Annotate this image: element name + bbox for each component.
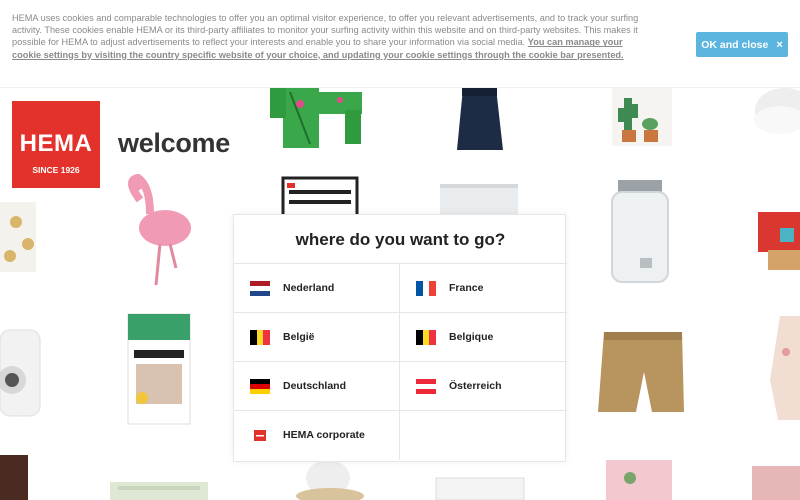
country-selector: where do you want to go? Nederland Franc…: [233, 214, 567, 462]
country-label: Deutschland: [283, 380, 347, 392]
welcome-heading: welcome: [118, 128, 230, 158]
khaki-shorts-image: [598, 332, 684, 412]
country-label: Belgique: [449, 331, 494, 343]
logo-since: SINCE 1926: [32, 165, 80, 175]
hema-logo-icon: [254, 430, 266, 441]
be-flag-icon: [416, 330, 436, 345]
country-option-belgie[interactable]: België: [234, 313, 400, 362]
glass-cloche-image: [296, 460, 364, 500]
flamingo-balloon-image: [128, 173, 191, 286]
country-option-hema-corporate[interactable]: HEMA corporate: [234, 411, 400, 460]
instax-film-image: [127, 313, 191, 425]
white-mug-image: [435, 477, 525, 500]
glass-jar-image: [440, 184, 518, 218]
cookie-bar: HEMA uses cookies and comparable technol…: [0, 0, 800, 88]
drink-dispenser-image: [611, 180, 669, 283]
cactus-pinata-image: [270, 88, 362, 148]
party-cups-image: [0, 202, 36, 272]
country-option-nederland[interactable]: Nederland: [234, 264, 400, 313]
country-label: Österreich: [449, 380, 502, 392]
print-towel-image: [752, 466, 800, 500]
country-option-osterreich[interactable]: Österreich: [400, 362, 567, 411]
floral-romper-image: [770, 316, 800, 420]
storage-crate-image: [110, 482, 208, 500]
ok-and-close-label: OK and close: [701, 38, 769, 51]
striped-box-image: [281, 176, 359, 220]
country-label: HEMA corporate: [283, 429, 365, 441]
empty-cell: [400, 411, 567, 460]
potted-cactus-image: [612, 88, 672, 146]
hema-logo[interactable]: HEMA SINCE 1926: [12, 101, 100, 188]
logo-wordmark: HEMA: [19, 130, 93, 157]
selector-title: where do you want to go?: [234, 215, 567, 264]
close-icon: ×: [776, 38, 783, 51]
wooden-toy-image: [758, 212, 800, 270]
be-flag-icon: [250, 330, 270, 345]
country-option-deutschland[interactable]: Deutschland: [234, 362, 400, 411]
cookie-message: HEMA uses cookies and comparable technol…: [12, 12, 652, 61]
country-label: België: [283, 331, 315, 343]
nl-flag-icon: [250, 281, 270, 296]
country-option-belgique[interactable]: Belgique: [400, 313, 567, 362]
at-flag-icon: [416, 379, 436, 394]
de-flag-icon: [250, 379, 270, 394]
navy-skirt-image: [457, 88, 503, 150]
country-label: France: [449, 282, 484, 294]
country-label: Nederland: [283, 282, 335, 294]
fr-flag-icon: [416, 281, 436, 296]
pink-notebook-image: [606, 460, 672, 500]
ok-and-close-button[interactable]: OK and close ×: [696, 32, 788, 57]
white-pillow-image: [754, 88, 800, 134]
instax-camera-image: [0, 329, 41, 417]
coffee-bag-image: [0, 455, 28, 500]
country-option-france[interactable]: France: [400, 264, 567, 313]
